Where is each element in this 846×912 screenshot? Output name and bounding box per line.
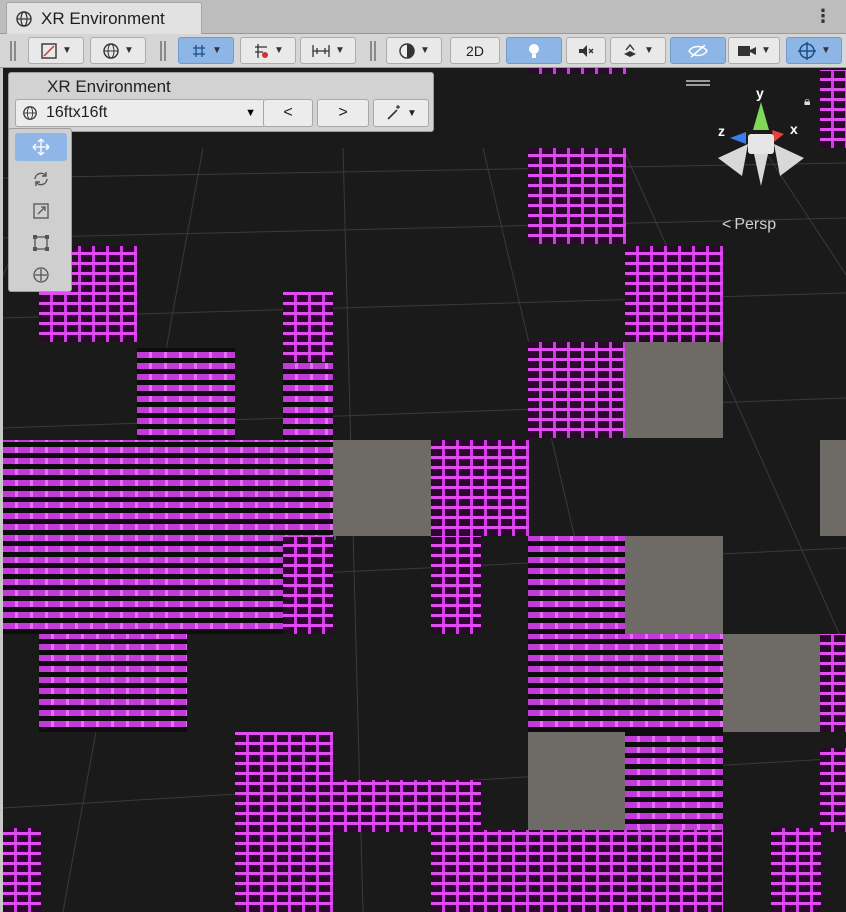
scene-tile <box>235 732 333 912</box>
scene-tile <box>528 68 626 74</box>
y-axis-label: y <box>756 86 764 101</box>
gizmos-button[interactable]: ▼ <box>786 37 842 64</box>
scene-tile <box>528 342 626 438</box>
tools-overlay <box>8 128 72 292</box>
audio-mute-icon <box>579 44 594 57</box>
globe-icon <box>103 42 119 59</box>
chevron-left-icon: < <box>722 216 732 233</box>
2d-label: 2D <box>466 42 484 59</box>
y-axis-cone[interactable] <box>753 102 769 130</box>
chevron-down-icon: ▼ <box>245 107 256 119</box>
placeholder-tile <box>625 536 723 634</box>
toolbar-grip[interactable] <box>10 41 16 61</box>
toolbar-grip[interactable] <box>370 41 376 61</box>
projection-toggle[interactable]: < Persp <box>722 216 776 234</box>
globe-icon <box>16 10 32 27</box>
placeholder-tile <box>723 634 821 732</box>
previous-label: < <box>283 104 293 121</box>
scene-tile <box>528 148 626 244</box>
kebab-icon[interactable]: ⋮ <box>814 6 832 26</box>
rotate-tool-button[interactable] <box>15 165 67 193</box>
align-icon <box>312 44 330 57</box>
xr-environment-overlay: XR Environment 16ftx16ft ▼ < > ▼ <box>8 72 434 132</box>
x-axis-label: x <box>790 121 798 137</box>
draw-mode-button[interactable]: ▼ <box>28 37 84 64</box>
globe-icon <box>23 106 37 120</box>
next-environment-button[interactable]: > <box>317 99 369 127</box>
environment-tools-button[interactable]: ▼ <box>373 99 429 127</box>
snap-grid-button[interactable]: ▼ <box>178 37 234 64</box>
camera-button[interactable]: ▼ <box>728 37 780 64</box>
scale-icon <box>33 203 49 219</box>
next-label: > <box>338 104 348 121</box>
scene-tile <box>820 634 846 732</box>
transform-tool-button[interactable] <box>15 261 67 289</box>
grid-snap-icon <box>193 44 206 57</box>
rect-tool-icon <box>33 235 49 251</box>
neg-z-cone[interactable] <box>774 144 804 176</box>
placeholder-tile <box>625 342 723 438</box>
shading-mode-button[interactable]: ▼ <box>386 37 442 64</box>
gizmo-icon <box>798 41 817 60</box>
orientation-gizmo[interactable]: y z x <box>712 86 812 196</box>
scene-tile <box>771 828 821 912</box>
scene-tile <box>283 536 333 634</box>
scene-tile <box>333 780 481 832</box>
move-icon <box>32 138 50 156</box>
2d-toggle-button[interactable]: 2D <box>450 37 500 64</box>
tab-xr-environment[interactable]: XR Environment <box>6 2 202 34</box>
magic-wand-icon <box>387 105 401 120</box>
audio-toggle-button[interactable] <box>566 37 606 64</box>
projection-label: Persp <box>734 216 777 233</box>
placeholder-tile <box>820 440 846 536</box>
tab-title: XR Environment <box>41 8 165 28</box>
z-axis-cone[interactable] <box>730 132 746 144</box>
scene-tile <box>3 828 41 912</box>
rect-tool-button[interactable] <box>15 229 67 257</box>
scene-tile <box>39 634 187 732</box>
align-button[interactable]: ▼ <box>300 37 356 64</box>
placeholder-tile <box>528 732 626 830</box>
scene-tile <box>137 348 235 440</box>
lighting-toggle-button[interactable] <box>506 37 562 64</box>
draw-mode-icon <box>41 42 57 59</box>
scene-tile <box>625 246 723 342</box>
scene-tile <box>528 634 723 732</box>
previous-environment-button[interactable]: < <box>263 99 313 127</box>
neg-x-cone[interactable] <box>718 144 748 176</box>
scene-tile <box>283 362 333 440</box>
overlay-menu-icon[interactable] <box>686 80 710 86</box>
hidden-eye-icon <box>688 43 708 58</box>
toolbar-grip[interactable] <box>160 41 166 61</box>
scene-toolbar: ▼ ▼ ▼ ▼ ▼ ▼ 2D ▼ ▼ ▼ <box>0 34 846 68</box>
transform-icon <box>33 267 49 283</box>
scene-tile <box>431 830 723 912</box>
placeholder-tile <box>333 440 431 536</box>
scene-tile <box>528 536 626 634</box>
increment-snap-icon <box>255 43 269 58</box>
tab-bar: XR Environment ⋮ <box>0 0 846 34</box>
effects-button[interactable]: ▼ <box>610 37 666 64</box>
rotate-icon <box>34 172 48 186</box>
scene-tile <box>820 748 846 832</box>
global-local-button[interactable]: ▼ <box>90 37 146 64</box>
sphere-shading-icon <box>399 42 415 59</box>
light-bulb-icon <box>529 43 539 58</box>
z-axis-label: z <box>718 123 725 139</box>
neg-y-cone[interactable] <box>754 154 768 186</box>
overlay-title: XR Environment <box>47 77 171 96</box>
scene-tile <box>820 70 846 148</box>
scale-tool-button[interactable] <box>15 197 67 225</box>
gizmo-center-cube[interactable] <box>748 134 774 154</box>
scene-tile <box>431 440 529 536</box>
scene-tile <box>283 292 333 362</box>
camera-icon <box>738 45 757 56</box>
scene-tile <box>431 536 481 634</box>
increment-snap-button[interactable]: ▼ <box>240 37 296 64</box>
effects-icon <box>624 43 637 57</box>
move-tool-button[interactable] <box>15 133 67 161</box>
environment-dropdown[interactable]: 16ftx16ft ▼ <box>15 99 265 127</box>
visibility-button[interactable] <box>670 37 726 64</box>
environment-value: 16ftx16ft <box>46 104 108 121</box>
